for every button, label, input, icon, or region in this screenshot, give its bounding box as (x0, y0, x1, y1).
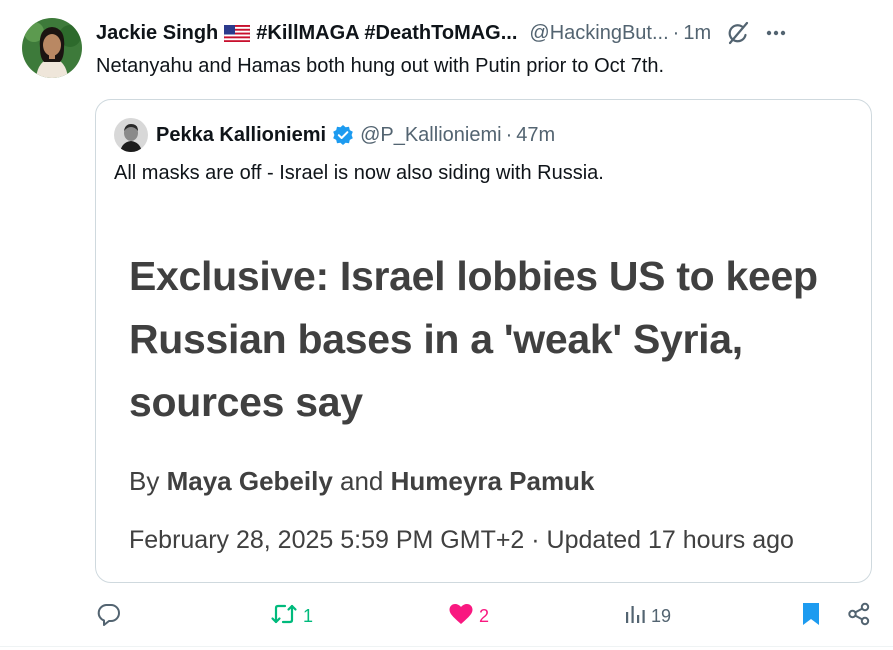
author-handle[interactable]: @HackingBut... (529, 22, 668, 45)
retweet-count: 1 (303, 605, 314, 626)
byline-prefix: By (129, 466, 160, 496)
byline-author-2: Humeyra Pamuk (390, 466, 595, 496)
tweet-timestamp[interactable]: 1m (683, 22, 711, 45)
share-button[interactable] (846, 596, 872, 636)
bookmark-icon (800, 601, 822, 632)
tweet-action-bar: 1 2 19 (0, 596, 893, 636)
heart-icon (448, 602, 474, 631)
tweet-text: Netanyahu and Hamas both hung out with P… (96, 55, 665, 77)
article-dateline: February 28, 2025 5:59 PM GMT+2 · Update… (129, 526, 794, 554)
like-count: 2 (479, 605, 490, 626)
tweet-divider (0, 646, 893, 647)
retweet-icon (270, 602, 298, 631)
like-button[interactable]: 2 (448, 596, 489, 636)
article-byline: By Maya Gebeily and Humeyra Pamuk (129, 466, 594, 497)
verified-badge-icon (332, 124, 354, 146)
reply-button[interactable] (96, 596, 122, 636)
analytics-icon (624, 603, 646, 630)
article-headline: Exclusive: Israel lobbies US to keep Rus… (129, 253, 818, 425)
views-count: 19 (651, 605, 672, 626)
author-display-hashtags: #KillMAGA #DeathToMAG... (256, 21, 518, 44)
quoted-tweet-timestamp[interactable]: 47m (516, 124, 555, 147)
more-options-icon[interactable] (765, 22, 787, 44)
quoted-author-handle[interactable]: @P_Kallioniemi (360, 124, 501, 147)
bookmark-button[interactable] (800, 596, 822, 636)
author-name[interactable]: Jackie Singh (96, 22, 218, 45)
retweet-button[interactable]: 1 (270, 596, 313, 636)
quoted-tweet-header: Pekka Kallioniemi @P_Kallioniemi · 47m (114, 118, 555, 152)
us-flag-icon (224, 24, 251, 42)
separator-dot: · (672, 21, 680, 44)
quoted-author-name[interactable]: Pekka Kallioniemi (156, 124, 326, 147)
byline-conjunction: and (340, 466, 384, 496)
quoted-separator-dot: · (505, 123, 513, 146)
quoted-tweet-text: All masks are off - Israel is now also s… (114, 162, 604, 184)
quoted-author-avatar[interactable] (114, 118, 148, 152)
views-button[interactable]: 19 (624, 596, 671, 636)
byline-author-1: Maya Gebeily (166, 466, 333, 496)
grok-icon[interactable] (725, 20, 751, 46)
quoted-tweet-card[interactable]: Pekka Kallioniemi @P_Kallioniemi · 47m A… (95, 99, 872, 583)
author-avatar[interactable] (22, 18, 82, 78)
tweet-header: Jackie Singh #KillMAGA #DeathToMAG... @H… (96, 18, 876, 48)
share-icon (846, 601, 872, 632)
reply-icon (96, 601, 122, 632)
